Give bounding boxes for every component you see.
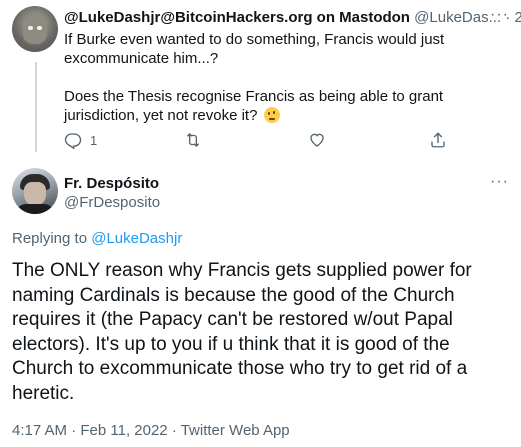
avatar-eye-right	[37, 26, 42, 30]
tweet-paragraph: Does the Thesis recognise Francis as bei…	[64, 87, 504, 125]
avatar-eye-left	[28, 26, 33, 30]
thinking-face-emoji	[263, 107, 280, 123]
replying-to-label: Replying to	[12, 230, 88, 247]
share-icon	[431, 132, 445, 148]
main-tweet[interactable]: Fr. Despósito @FrDesposito ··· Replying …	[0, 162, 521, 447]
share-button[interactable]	[429, 131, 447, 149]
tweet-actions: 1	[64, 131, 484, 153]
replying-to-link[interactable]: @LukeDashjr	[91, 230, 182, 247]
tweet-paragraph: If Burke even wanted to do something, Fr…	[64, 31, 445, 67]
display-name[interactable]: Fr. Despósito	[64, 175, 159, 192]
tweet-text: If Burke even wanted to do something, Fr…	[64, 30, 504, 125]
tweet-paragraph-text: Does the Thesis recognise Francis as bei…	[64, 88, 444, 124]
tweet-time[interactable]: 20h	[514, 9, 521, 26]
avatar-face	[24, 182, 46, 206]
reply-count: 1	[90, 132, 98, 148]
more-icon[interactable]: ···	[490, 6, 509, 24]
avatar-body	[16, 204, 54, 214]
tweet-text: The ONLY reason why Francis gets supplie…	[12, 260, 472, 404]
parent-tweet[interactable]: @LukeDashjr@BitcoinHackers.org on Mastod…	[0, 0, 521, 162]
reply-button[interactable]: 1	[64, 131, 97, 149]
user-handle[interactable]: @FrDesposito	[64, 194, 160, 211]
retweet-icon	[186, 133, 200, 147]
retweet-button[interactable]	[184, 131, 202, 149]
display-name[interactable]: @LukeDashjr@BitcoinHackers.org on Mastod…	[64, 9, 410, 26]
user-handle[interactable]: @LukeDas...	[414, 9, 501, 26]
avatar-face	[23, 14, 47, 44]
tweet-timestamp[interactable]: 4:17 AM · Feb 11, 2022 · Twitter Web App	[12, 422, 290, 439]
like-icon	[310, 133, 324, 147]
like-button[interactable]	[308, 131, 326, 149]
tweet-header: @LukeDashjr@BitcoinHackers.org on Mastod…	[64, 9, 521, 26]
reply-icon	[64, 133, 82, 149]
replying-to: Replying to @LukeDashjr	[12, 230, 182, 247]
avatar[interactable]	[12, 168, 58, 214]
avatar[interactable]	[12, 6, 58, 52]
more-icon[interactable]: ···	[490, 173, 509, 191]
